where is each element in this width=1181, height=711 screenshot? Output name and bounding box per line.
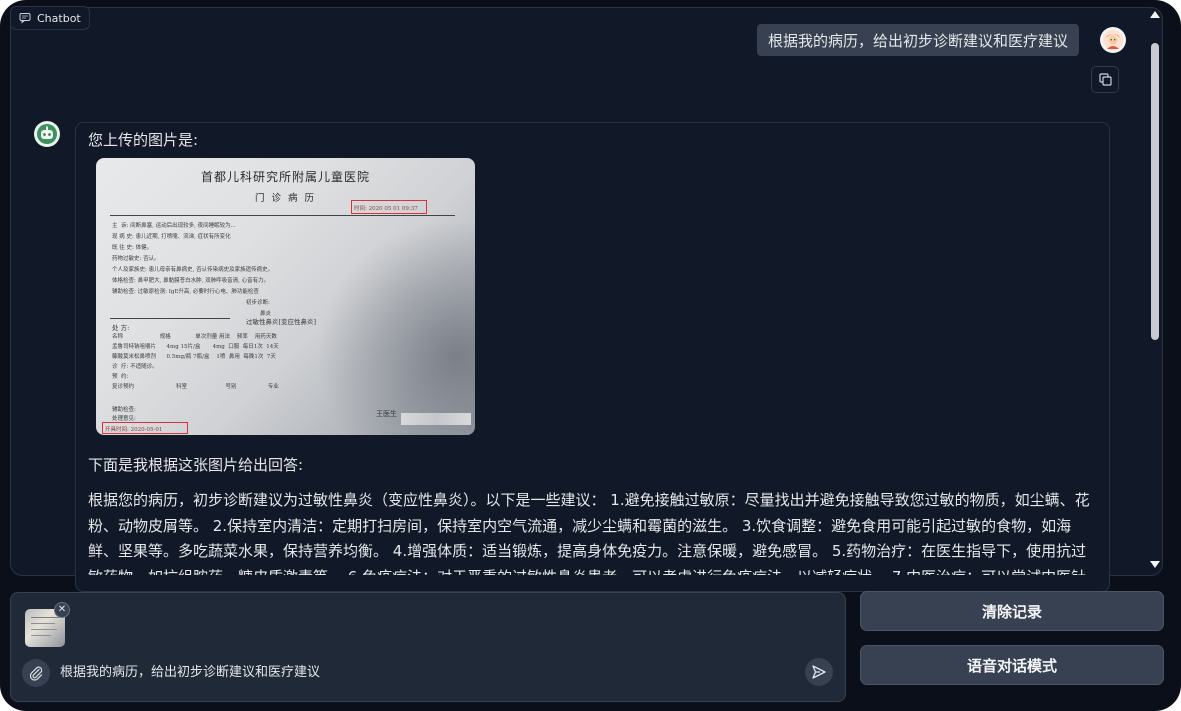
user-avatar — [1100, 27, 1126, 53]
record-diagnosis: 过敏性鼻炎[变应性鼻炎] — [246, 318, 317, 326]
chatbot-label: Chatbot — [10, 6, 90, 30]
chatbot-label-text: Chatbot — [37, 11, 81, 25]
message-input-box[interactable] — [10, 592, 846, 702]
scrollbar-thumb[interactable] — [1151, 43, 1159, 340]
attach-file-button[interactable] — [22, 659, 50, 687]
scroll-down-arrow-icon[interactable] — [1150, 561, 1160, 568]
chat-scrollbar[interactable] — [1147, 8, 1163, 575]
bot-answer-clip: 根据您的病历，初步诊断建议为过敏性鼻炎（变应性鼻炎）。以下是一些建议： 1.避免… — [76, 486, 1109, 575]
close-icon: ✕ — [57, 604, 67, 615]
message-input-text[interactable]: 根据我的病历，给出初步诊断建议和医疗建议 — [60, 661, 320, 680]
chat-bubble-icon — [19, 13, 31, 24]
user-message-bubble: 根据我的病历，给出初步诊断建议和医疗建议 — [757, 24, 1080, 56]
user-avatar-icon — [1103, 30, 1123, 50]
robot-icon — [37, 124, 57, 144]
app-window: Chatbot 根据我的病历，给出初步诊断建议和医疗建议 您上传的图片是: 首都… — [0, 0, 1181, 711]
bot-intro-text: 您上传的图片是: — [88, 131, 199, 149]
bot-followup-text: 下面是我根据这张图片给出回答: — [88, 456, 304, 474]
paperclip-icon — [29, 666, 43, 681]
send-button[interactable] — [805, 658, 833, 686]
clear-history-button[interactable]: 清除记录 — [860, 591, 1164, 631]
record-issue-date: 开具时间: 2020-05-01 — [105, 427, 163, 433]
send-icon — [812, 665, 826, 679]
remove-attachment-button[interactable]: ✕ — [54, 602, 70, 618]
record-prescription-header: 处 方: — [112, 324, 130, 332]
copy-button[interactable] — [1091, 66, 1119, 93]
record-hospital-name: 首都儿科研究所附属儿童医院 — [200, 170, 370, 184]
scroll-up-arrow-icon[interactable] — [1150, 11, 1160, 18]
uploaded-medical-record-image[interactable]: 首都儿科研究所附属儿童医院 门 诊 病 历 时间: 2020 05 01 09:… — [96, 158, 475, 435]
copy-icon — [1098, 73, 1112, 86]
bot-avatar — [34, 121, 60, 147]
voice-mode-button[interactable]: 语音对话模式 — [860, 645, 1164, 685]
bot-answer-text: 根据您的病历，初步诊断建议为过敏性鼻炎（变应性鼻炎）。以下是一些建议： 1.避免… — [88, 491, 1090, 575]
record-visit-time: 时间: 2020 05 01 09:37 — [354, 206, 418, 212]
